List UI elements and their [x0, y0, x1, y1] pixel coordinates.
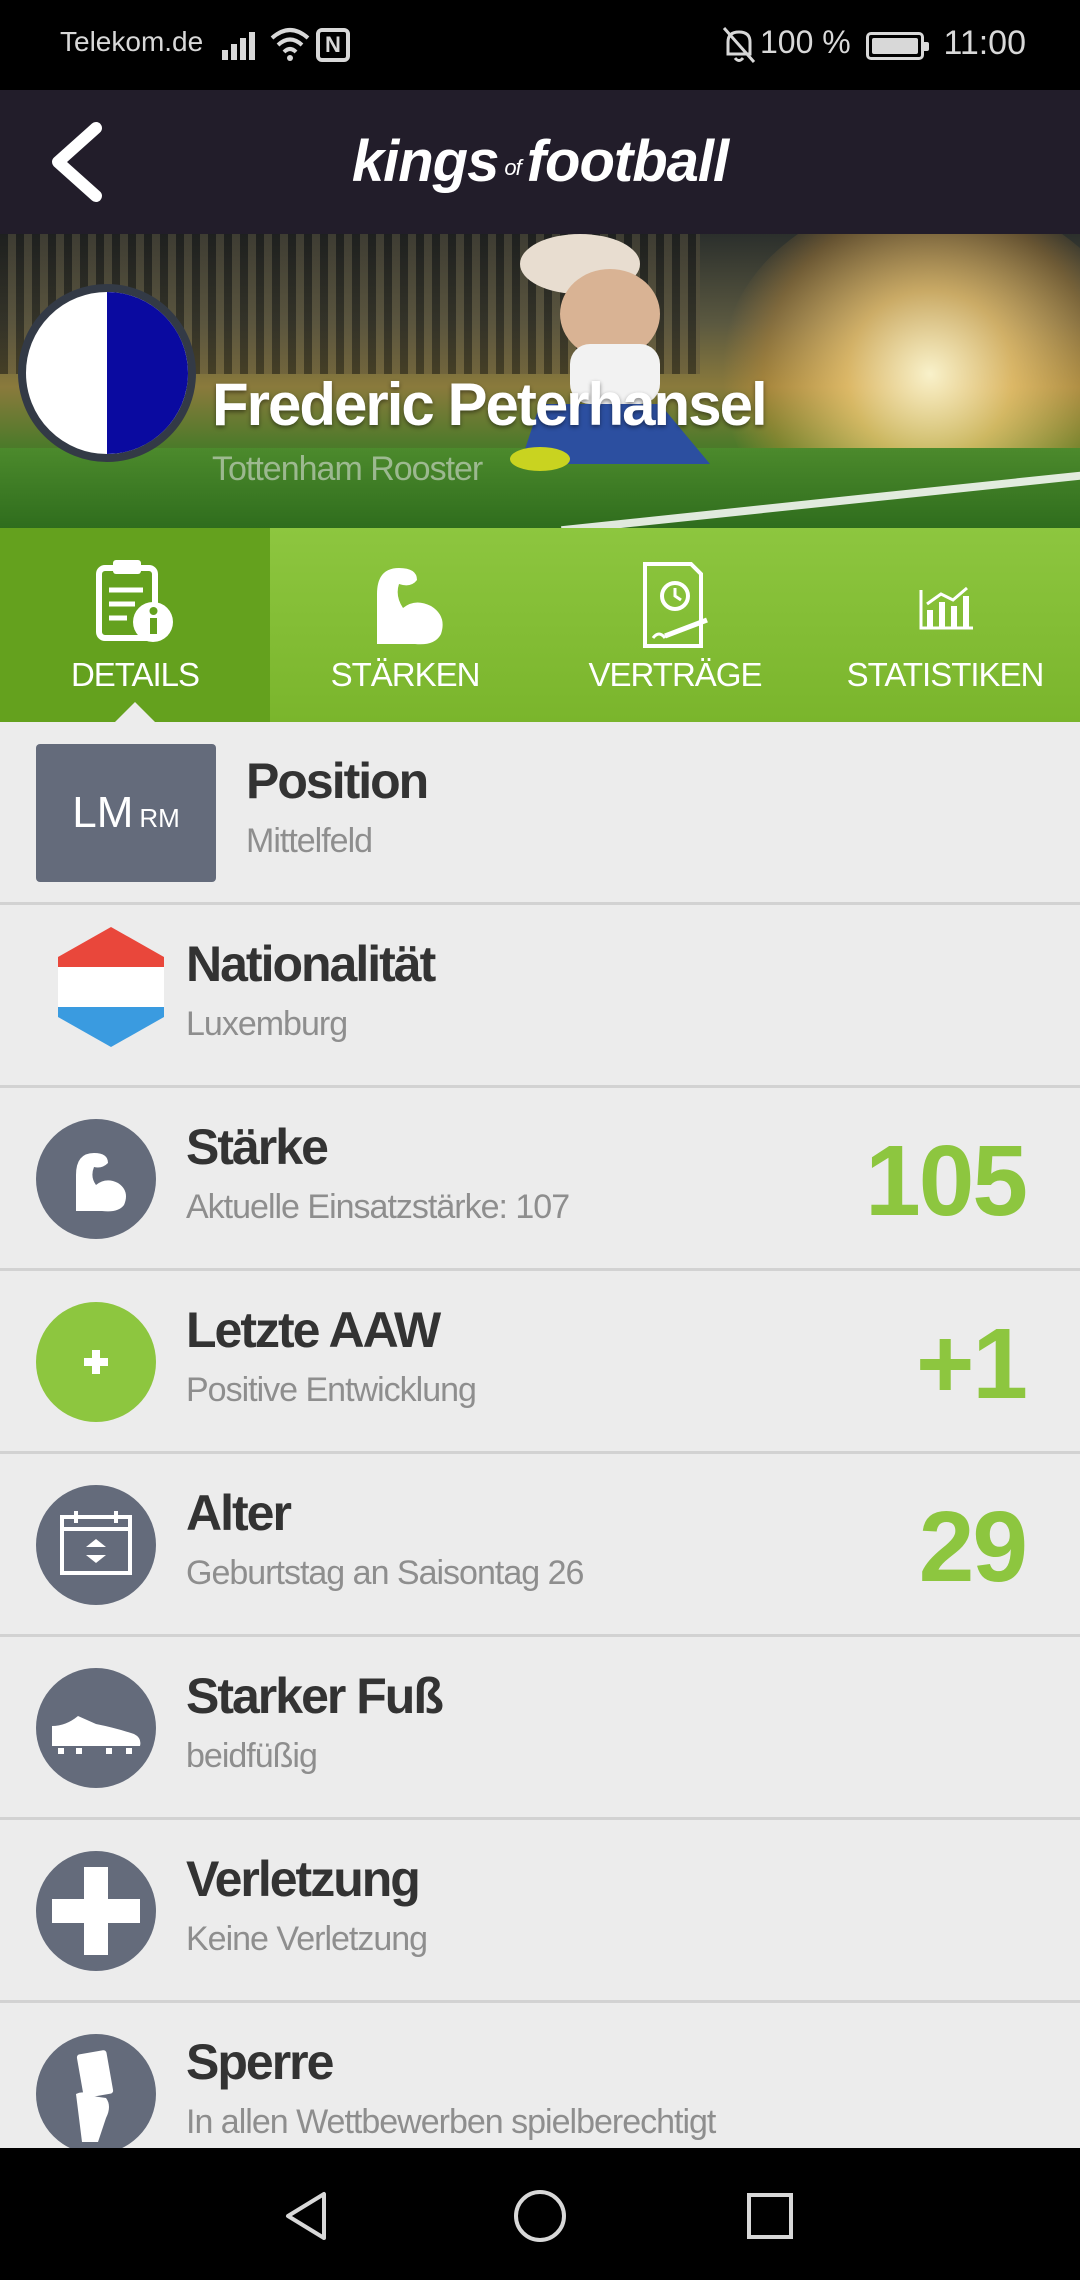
row-nationality: Nationalität Luxemburg [0, 905, 1080, 1088]
row-strong-foot: Starker Fuß beidfüßig [0, 1637, 1080, 1820]
tab-staerken[interactable]: STÄRKEN [270, 528, 540, 722]
signal-icon [222, 30, 258, 60]
aaw-icon-circle [36, 1302, 156, 1422]
system-nav-bar [0, 2148, 1080, 2280]
strength-value: 105 [865, 1125, 1028, 1237]
tab-statistiken[interactable]: STATISTIKEN [810, 528, 1080, 722]
recents-square-icon[interactable] [740, 2186, 800, 2246]
battery-icon [866, 32, 929, 60]
age-value: 29 [918, 1491, 1028, 1603]
suspension-title: Sperre [186, 2034, 334, 2090]
position-badge: LM RM [36, 744, 216, 882]
age-subtitle: Geburtstag an Saisontag 26 [186, 1554, 584, 1592]
contract-icon [643, 562, 708, 648]
position-subtitle: Mittelfeld [246, 822, 373, 860]
nationality-title: Nationalität [186, 936, 436, 992]
position-title: Position [246, 753, 429, 809]
tab-vertraege[interactable]: VERTRÄGE [540, 528, 810, 722]
carrier-label: Telekom.de [60, 26, 204, 57]
plus-icon [84, 1350, 108, 1374]
tab-vertraege-label: VERTRÄGE [588, 656, 763, 693]
strength-title: Stärke [186, 1119, 329, 1175]
club-crest [18, 284, 196, 462]
clock: 11:00 [943, 24, 1026, 62]
foot-icon-circle [36, 1668, 156, 1788]
aaw-subtitle: Positive Entwicklung [186, 1371, 477, 1409]
tab-staerken-label: STÄRKEN [330, 656, 481, 693]
logo-of: of [504, 155, 521, 180]
tab-bar: DETAILS STÄRKEN VERTRÄGE STATISTIKEN [0, 528, 1080, 722]
boot-icon [52, 1716, 141, 1754]
tab-details[interactable]: DETAILS [0, 528, 270, 722]
medical-cross-icon [52, 1867, 140, 1955]
logo-kings: kings [351, 129, 499, 194]
age-title: Alter [186, 1485, 292, 1541]
player-hero-banner: Frederic Peterhansel Tottenham Rooster [0, 234, 1080, 528]
position-alt: RM [139, 803, 180, 833]
calendar-icon [60, 1511, 132, 1575]
row-strength: Stärke Aktuelle Einsatzstärke: 107 105 [0, 1088, 1080, 1271]
strength-icon-circle [36, 1119, 156, 1239]
app-header: kings of football [0, 90, 1080, 234]
strength-subtitle: Aktuelle Einsatzstärke: 107 [186, 1188, 570, 1226]
foot-title: Starker Fuß [186, 1668, 444, 1724]
clipboard-info-icon [96, 560, 173, 642]
app-logo: kings of football [0, 128, 1080, 195]
suspension-icon-circle [36, 2034, 156, 2148]
flag-luxembourg-icon [58, 927, 164, 1047]
nationality-subtitle: Luxemburg [186, 1005, 348, 1043]
home-circle-icon[interactable] [510, 2186, 570, 2246]
wifi-icon [270, 28, 310, 61]
logo-football: football [526, 129, 729, 194]
aaw-value: +1 [915, 1308, 1028, 1420]
battery-percent: 100 % [760, 24, 851, 60]
row-position: LM RM Position Mittelfeld [0, 722, 1080, 905]
row-age: Alter Geburtstag an Saisontag 26 29 [0, 1454, 1080, 1637]
position-main: LM [72, 788, 134, 837]
age-icon-circle [36, 1485, 156, 1605]
row-injury: Verletzung Keine Verletzung [0, 1820, 1080, 2003]
suspension-subtitle: In allen Wettbewerben spielberechtigt [186, 2103, 716, 2141]
injury-icon-circle [36, 1851, 156, 1971]
injury-subtitle: Keine Verletzung [186, 1920, 428, 1958]
player-name: Frederic Peterhansel [212, 371, 768, 438]
bell-off-icon [722, 27, 756, 63]
row-suspension: Sperre In allen Wettbewerben spielberech… [0, 2003, 1080, 2148]
back-triangle-icon[interactable] [278, 2186, 338, 2246]
bar-chart-icon [919, 586, 973, 630]
injury-title: Verletzung [186, 1851, 421, 1907]
player-club: Tottenham Rooster [212, 450, 483, 488]
row-last-aaw: Letzte AAW Positive Entwicklung +1 [0, 1271, 1080, 1454]
tab-details-label: DETAILS [70, 656, 200, 693]
status-bar: Telekom.de N 100 % 11:00 [0, 0, 1080, 90]
muscle-icon [76, 1153, 126, 1212]
tab-statistiken-label: STATISTIKEN [846, 656, 1045, 693]
foot-subtitle: beidfüßig [186, 1737, 318, 1775]
aaw-title: Letzte AAW [186, 1302, 441, 1358]
details-list: LM RM Position Mittelfeld Nationalität Lu… [0, 722, 1080, 2148]
nfc-icon: N [316, 28, 350, 62]
muscle-icon [377, 568, 443, 645]
card-hand-icon [76, 2050, 114, 2142]
